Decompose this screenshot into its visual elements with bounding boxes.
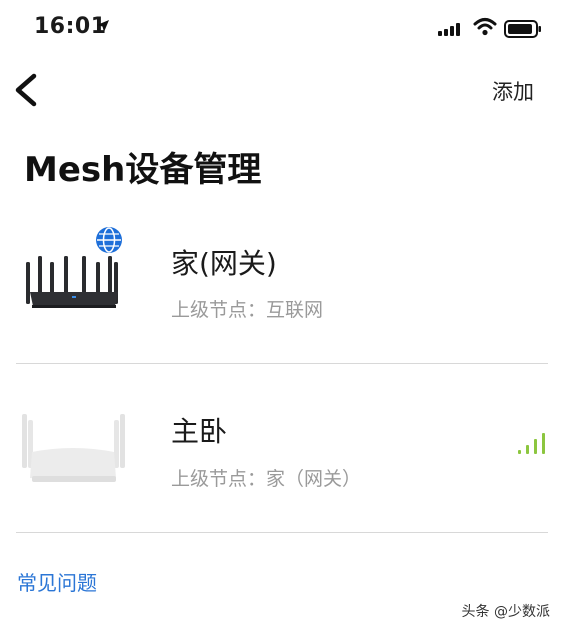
device-row-node[interactable]: 主卧 上级节点：家（网关） — [0, 396, 564, 533]
divider — [16, 532, 548, 533]
signal-strength-icon — [518, 432, 548, 460]
device-parent-node: 上级节点：家（网关） — [171, 468, 362, 490]
chevron-left-icon — [8, 73, 44, 114]
router-light-icon — [18, 406, 128, 494]
watermark: 头条 @少数派 — [461, 604, 550, 620]
device-parent-node: 上级节点：互联网 — [171, 299, 324, 321]
faq-link[interactable]: 常见问题 — [17, 567, 97, 596]
divider — [16, 363, 548, 364]
cellular-signal-icon — [438, 22, 464, 41]
device-name: 家(网关) — [171, 247, 277, 280]
location-arrow-icon — [96, 18, 110, 37]
battery-icon — [504, 20, 542, 42]
status-bar: 16:01 — [0, 0, 564, 56]
back-button[interactable] — [8, 70, 44, 110]
wifi-icon — [473, 17, 497, 41]
add-button[interactable]: 添加 — [492, 76, 534, 106]
globe-icon — [95, 226, 123, 258]
device-name: 主卧 — [171, 415, 228, 448]
page-title: Mesh设备管理 — [24, 150, 262, 190]
device-row-gateway[interactable]: 家(网关) 上级节点：互联网 — [0, 220, 564, 363]
